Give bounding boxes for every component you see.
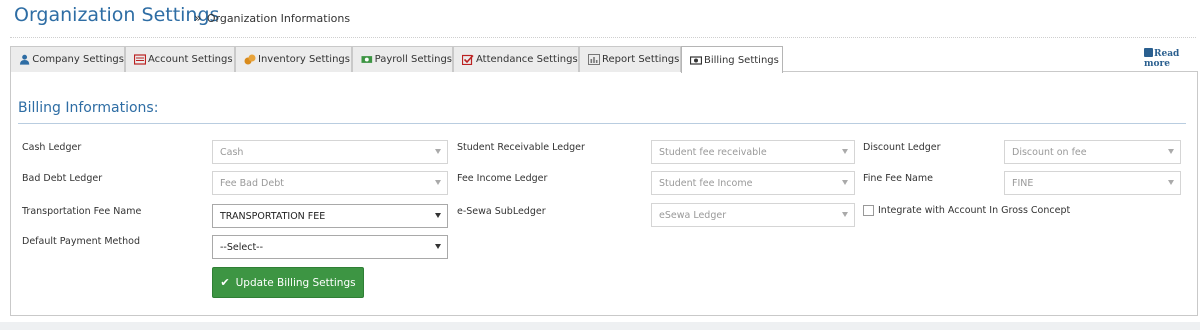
bad-debt-ledger-select[interactable]: Fee Bad Debt	[212, 171, 448, 195]
tab-attendance-settings[interactable]: Attendance Settings	[453, 46, 579, 72]
bad-debt-ledger-value: Fee Bad Debt	[220, 177, 284, 189]
cash-ledger-select[interactable]: Cash	[212, 140, 448, 164]
discount-ledger-label: Discount Ledger	[863, 142, 941, 153]
breadcrumb: » Organization Informations	[194, 11, 350, 25]
tab-company-settings[interactable]: Company Settings	[10, 46, 125, 72]
tab-label: Report Settings	[602, 54, 680, 65]
chevron-down-icon	[842, 180, 848, 185]
money-icon	[361, 56, 373, 63]
bar-chart-icon	[588, 54, 600, 65]
transportation-fee-name-value: TRANSPORTATION FEE	[220, 210, 326, 222]
breadcrumb-separator-icon: »	[194, 11, 202, 25]
chevron-down-icon	[1168, 149, 1174, 154]
fine-fee-name-select[interactable]: FINE	[1004, 171, 1181, 195]
default-payment-method-select[interactable]: --Select--	[212, 235, 448, 259]
default-payment-method-label: Default Payment Method	[22, 236, 140, 247]
chevron-down-icon	[435, 244, 441, 249]
tab-label: Inventory Settings	[258, 54, 350, 65]
esewa-subledger-select[interactable]: eSewa Ledger	[651, 203, 855, 227]
tab-report-settings[interactable]: Report Settings	[579, 46, 681, 72]
integrate-gross-label: Integrate with Account In Gross Concept	[878, 205, 1071, 216]
bad-debt-ledger-label: Bad Debt Ledger	[22, 173, 103, 184]
page-header: Organization Settings » Organization Inf…	[0, 0, 1200, 38]
billing-icon	[690, 55, 702, 65]
default-payment-method-value: --Select--	[220, 241, 264, 253]
tab-account-settings[interactable]: Account Settings	[125, 46, 235, 72]
esewa-subledger-value: eSewa Ledger	[659, 209, 727, 221]
settings-tabs: Company Settings Account Settings Invent…	[10, 46, 1198, 73]
page-footer-strip	[0, 322, 1200, 330]
student-receivable-ledger-value: Student fee receivable	[659, 146, 767, 158]
account-book-icon	[134, 54, 146, 65]
book-icon	[1144, 48, 1153, 57]
cash-ledger-label: Cash Ledger	[22, 142, 82, 153]
user-icon	[19, 54, 30, 65]
integrate-gross-checkbox[interactable]	[863, 205, 874, 216]
transportation-fee-name-label: Transportation Fee Name	[22, 206, 142, 217]
tab-payroll-settings[interactable]: Payroll Settings	[352, 46, 453, 72]
section-title: Billing Informations:	[18, 100, 159, 116]
fee-income-ledger-select[interactable]: Student fee Income	[651, 171, 855, 195]
chevron-down-icon	[435, 149, 441, 154]
chevron-down-icon	[842, 149, 848, 154]
fine-fee-name-label: Fine Fee Name	[863, 173, 933, 184]
tab-label: Account Settings	[148, 54, 233, 65]
tab-label: Attendance Settings	[476, 54, 578, 65]
transportation-fee-name-select[interactable]: TRANSPORTATION FEE	[212, 204, 448, 228]
header-divider	[10, 37, 1196, 38]
fee-income-ledger-label: Fee Income Ledger	[457, 173, 548, 184]
discount-ledger-select[interactable]: Discount on fee	[1004, 140, 1181, 164]
fee-income-ledger-value: Student fee Income	[659, 177, 753, 189]
tab-label: Company Settings	[32, 54, 124, 65]
read-more-link[interactable]: Read more	[1144, 48, 1200, 69]
checkmark-icon: ✔	[220, 276, 230, 289]
fine-fee-name-value: FINE	[1012, 177, 1034, 189]
esewa-subledger-label: e-Sewa SubLedger	[457, 206, 546, 217]
breadcrumb-current: Organization Informations	[206, 12, 351, 25]
update-billing-settings-label: Update Billing Settings	[235, 276, 356, 289]
update-billing-settings-button[interactable]: ✔ Update Billing Settings	[212, 267, 364, 298]
tab-label: Payroll Settings	[374, 54, 452, 65]
chevron-down-icon	[842, 212, 848, 217]
chevron-down-icon	[1168, 180, 1174, 185]
page-title: Organization Settings	[14, 4, 220, 26]
check-square-icon	[462, 54, 474, 65]
cash-ledger-value: Cash	[220, 146, 244, 158]
student-receivable-ledger-label: Student Receivable Ledger	[457, 142, 585, 153]
student-receivable-ledger-select[interactable]: Student fee receivable	[651, 140, 855, 164]
tab-inventory-settings[interactable]: Inventory Settings	[235, 46, 352, 72]
chevron-down-icon	[435, 180, 441, 185]
integrate-gross-option: Integrate with Account In Gross Concept	[863, 205, 1070, 216]
chevron-down-icon	[435, 213, 441, 218]
section-divider	[18, 123, 1186, 124]
tab-label: Billing Settings	[704, 54, 779, 66]
tab-billing-settings[interactable]: Billing Settings	[681, 46, 783, 73]
coins-icon	[244, 54, 256, 65]
discount-ledger-value: Discount on fee	[1012, 146, 1087, 158]
